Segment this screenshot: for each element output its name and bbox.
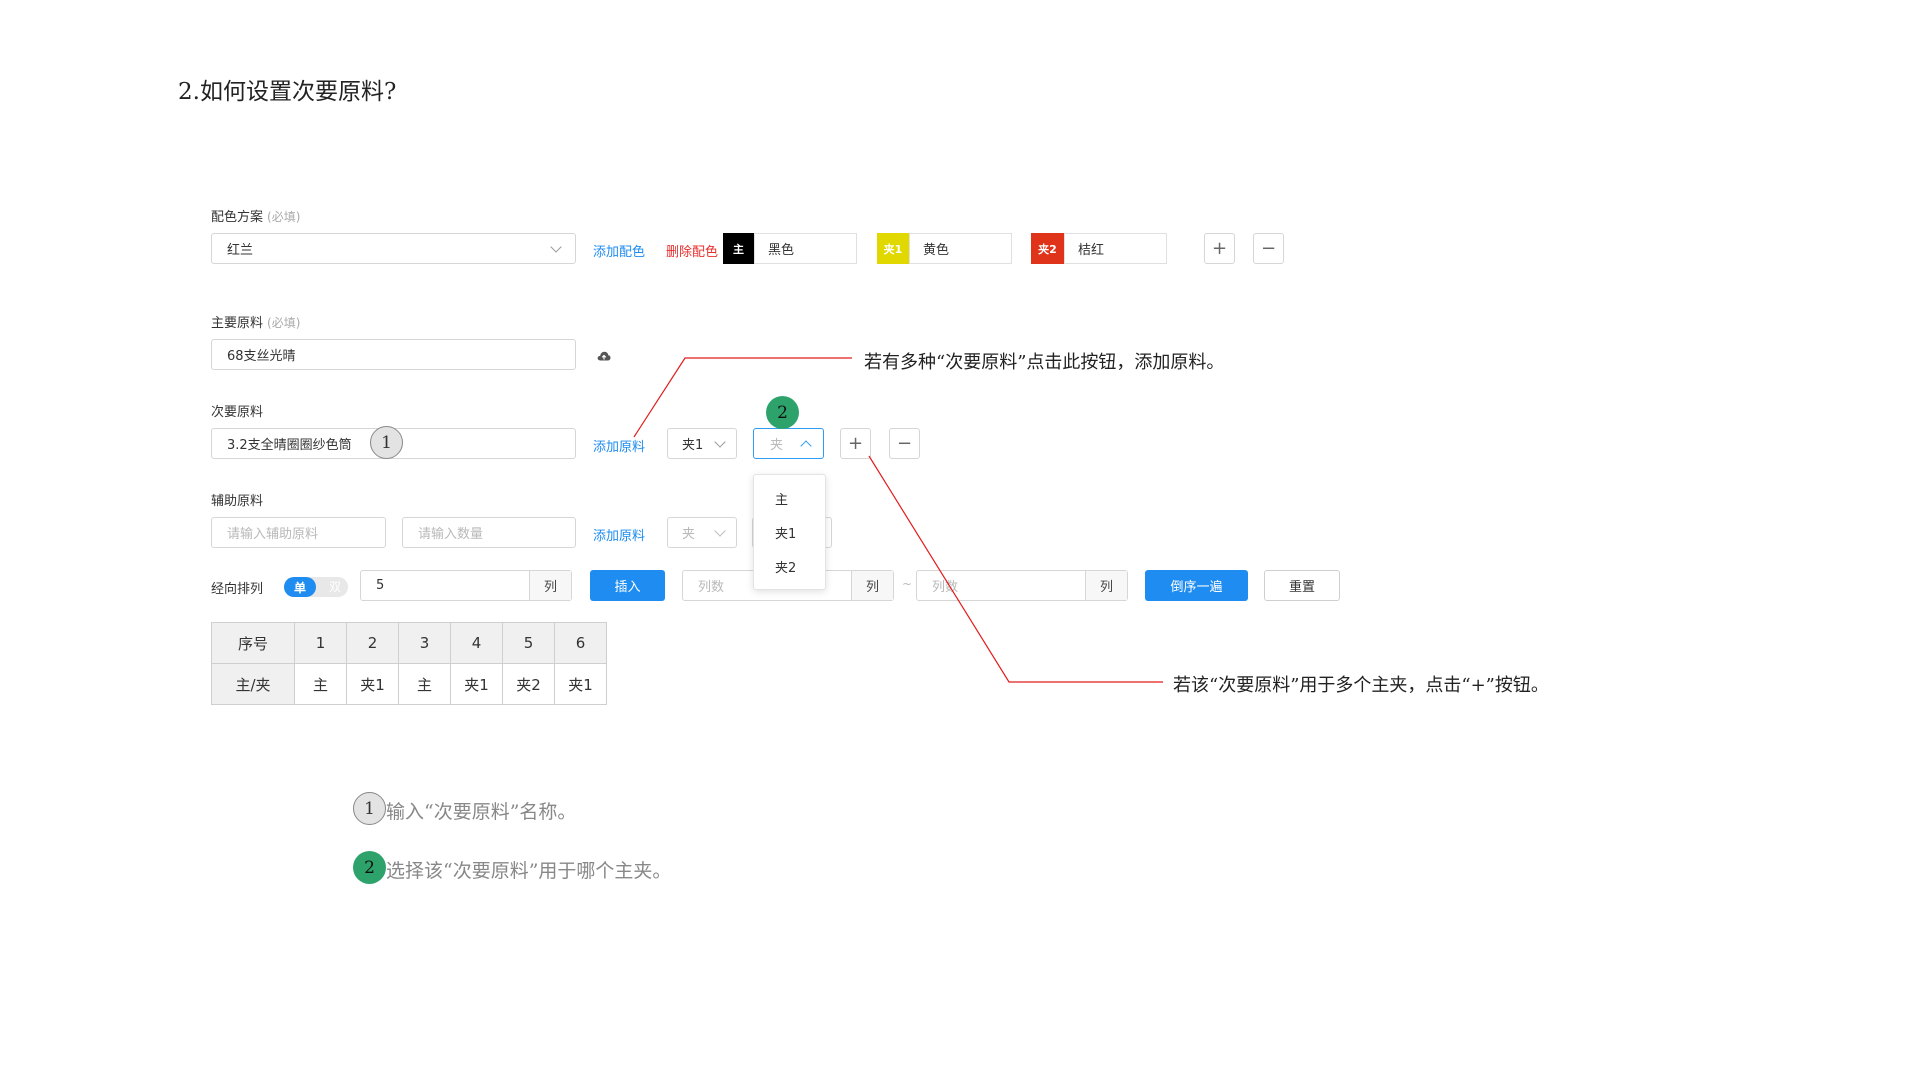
legend-text-2: 选择该“次要原料”用于哪个主夹。 [386,860,672,882]
legend-badge-1: 1 [353,792,386,825]
callout-plus-button: 若该“次要原料”用于多个主夹，点击“+”按钮。 [1173,675,1549,696]
callout-lines [633,357,1163,683]
legend-badge-2: 2 [353,851,386,884]
callout-add-material: 若有多种“次要原料”点击此按钮，添加原料。 [864,352,1225,373]
legend-text-1: 输入“次要原料”名称。 [386,801,577,823]
